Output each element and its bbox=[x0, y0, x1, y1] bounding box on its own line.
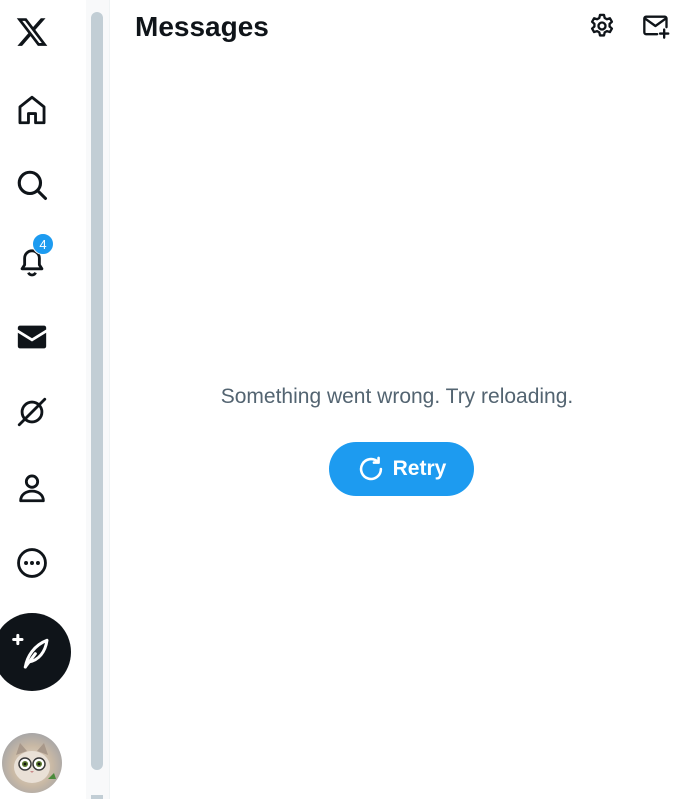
avatar-image bbox=[14, 743, 56, 783]
retry-button[interactable]: Retry bbox=[329, 442, 474, 496]
nav-explore[interactable] bbox=[0, 153, 64, 217]
profile-icon bbox=[19, 474, 45, 503]
refresh-icon bbox=[359, 456, 382, 481]
compose-post-button[interactable] bbox=[0, 613, 71, 691]
nav-profile[interactable] bbox=[0, 456, 64, 520]
new-message-icon bbox=[643, 15, 670, 39]
nav-grok[interactable] bbox=[0, 380, 64, 444]
nav-home[interactable] bbox=[0, 78, 64, 142]
notification-count-badge: 4 bbox=[32, 233, 54, 255]
settings-button[interactable] bbox=[584, 8, 620, 44]
search-icon bbox=[17, 170, 48, 201]
left-navigation: 4 bbox=[0, 0, 86, 799]
error-message: Something went wrong. Try reloading. bbox=[220, 385, 574, 408]
scrollbar-end bbox=[91, 795, 103, 799]
more-icon bbox=[17, 548, 47, 578]
scrollbar-track[interactable] bbox=[86, 0, 110, 799]
nav-more[interactable] bbox=[0, 531, 64, 595]
new-message-button[interactable] bbox=[638, 8, 674, 44]
retry-label: Retry bbox=[392, 457, 447, 480]
messages-icon bbox=[17, 325, 47, 349]
compose-post-icon bbox=[12, 633, 49, 669]
x-logo-icon bbox=[16, 18, 48, 46]
avatar[interactable] bbox=[2, 733, 62, 793]
grok-icon bbox=[17, 397, 47, 427]
page-title: Messages bbox=[135, 11, 269, 42]
home-icon bbox=[18, 95, 46, 125]
nav-messages[interactable] bbox=[0, 305, 64, 369]
scrollbar-thumb[interactable] bbox=[91, 12, 103, 770]
x-logo-link[interactable] bbox=[0, 0, 64, 64]
gear-icon bbox=[590, 13, 614, 37]
nav-notifications[interactable]: 4 bbox=[0, 229, 64, 293]
